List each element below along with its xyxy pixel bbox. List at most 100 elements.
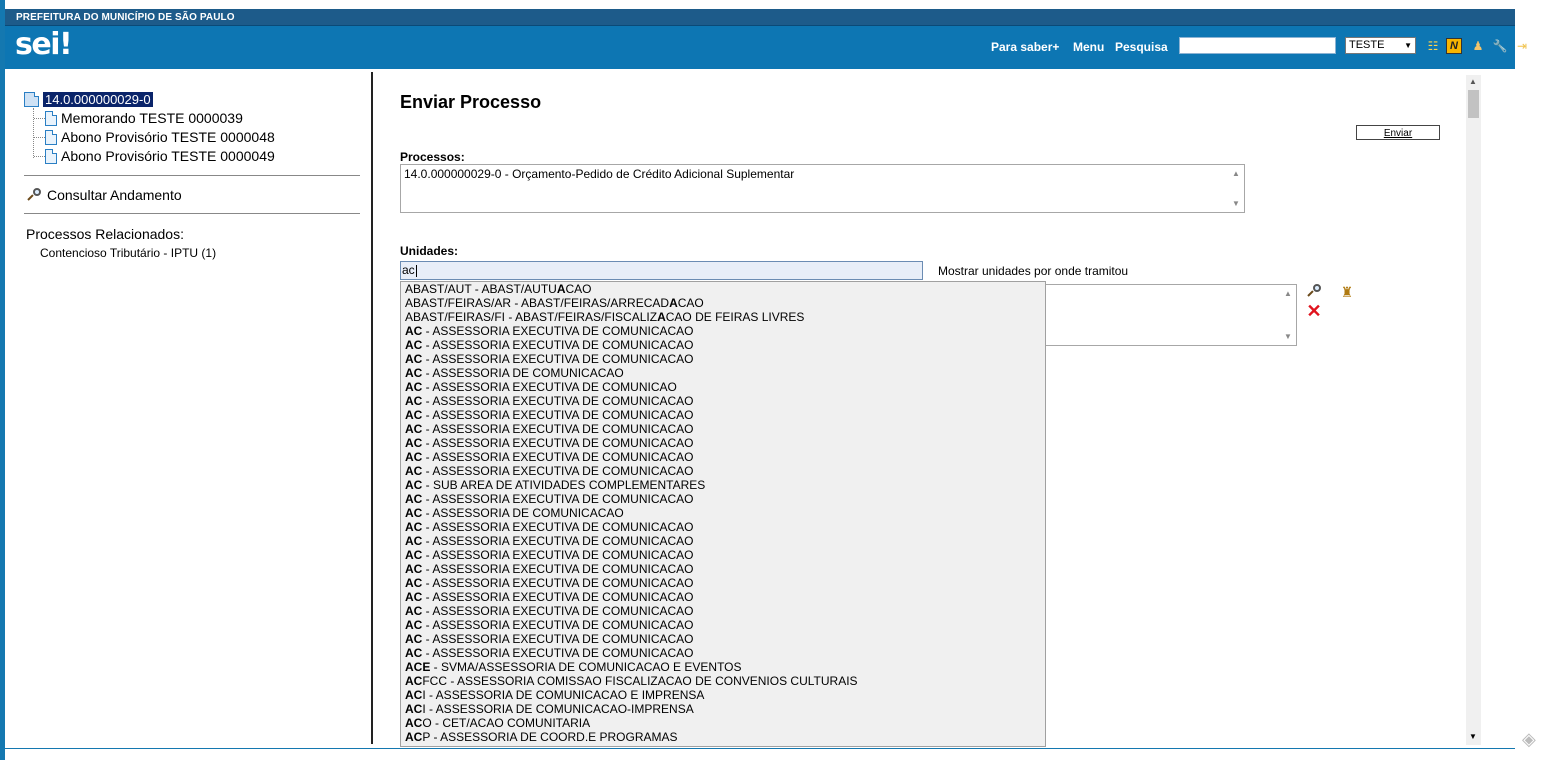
document-icon — [45, 110, 57, 126]
autocomplete-option-text: - ASSESSORIA EXECUTIVA DE COMUNICACAO — [422, 324, 694, 338]
autocomplete-option[interactable]: AC - ASSESSORIA EXECUTIVA DE COMUNICACAO — [401, 548, 1045, 562]
autocomplete-option-text: - ASSESSORIA EXECUTIVA DE COMUNICACAO — [422, 408, 694, 422]
autocomplete-option-text: AC — [405, 604, 423, 618]
pesquisa-link[interactable]: Pesquisa — [1115, 40, 1168, 54]
search-unit-icon[interactable] — [1306, 284, 1322, 300]
autocomplete-option-text: P - ASSESSORIA DE COORD.E PROGRAMAS — [422, 730, 678, 744]
autocomplete-option-text: AC — [405, 548, 423, 562]
search-input[interactable] — [1179, 37, 1336, 54]
tree-root-label[interactable]: 14.0.000000029-0 — [43, 92, 153, 107]
autocomplete-option[interactable]: ACE - SVMA/ASSESSORIA DE COMUNICACAO E E… — [401, 660, 1045, 674]
autocomplete-option[interactable]: AC - ASSESSORIA EXECUTIVA DE COMUNICACAO — [401, 394, 1045, 408]
tree-node-label[interactable]: Memorando TESTE 0000039 — [61, 110, 243, 126]
autocomplete-option[interactable]: ABAST/AUT - ABAST/AUTUACAO — [401, 282, 1045, 296]
autocomplete-option[interactable]: ACO - CET/ACAO COMUNITARIA — [401, 716, 1045, 730]
autocomplete-option[interactable]: AC - ASSESSORIA EXECUTIVA DE COMUNICACAO — [401, 632, 1045, 646]
tree-node-label[interactable]: Abono Provisório TESTE 0000048 — [61, 129, 275, 145]
resize-grip-icon[interactable]: ◈ — [1522, 729, 1536, 750]
para-saber-link[interactable]: Para saber+ — [991, 40, 1059, 54]
enviar-button[interactable]: Enviar — [1356, 125, 1440, 140]
autocomplete-option[interactable]: AC - SUB AREA DE ATIVIDADES COMPLEMENTAR… — [401, 478, 1045, 492]
autocomplete-dropdown[interactable]: ABAST/AUT - ABAST/AUTUACAO ABAST/FEIRAS/A… — [400, 281, 1046, 747]
autocomplete-option[interactable]: ACP - ASSESSORIA DE COORD.E PROGRAMAS — [401, 730, 1045, 744]
autocomplete-option-text: AC — [405, 590, 423, 604]
autocomplete-option-text: - ASSESSORIA EXECUTIVA DE COMUNICACAO — [422, 352, 694, 366]
scroll-up-icon[interactable]: ▲ — [1469, 77, 1477, 86]
autocomplete-option[interactable]: AC - ASSESSORIA EXECUTIVA DE COMUNICACAO — [401, 422, 1045, 436]
tree-root[interactable]: 14.0.000000029-0 — [24, 92, 153, 107]
remove-icon[interactable]: ✕ — [1306, 302, 1322, 320]
tree-node-label[interactable]: Abono Provisório TESTE 0000049 — [61, 148, 275, 164]
autocomplete-option[interactable]: AC - ASSESSORIA EXECUTIVA DE COMUNICACAO — [401, 562, 1045, 576]
scrollbar-thumb[interactable] — [1468, 90, 1479, 118]
autocomplete-option[interactable]: AC - ASSESSORIA EXECUTIVA DE COMUNICACAO — [401, 436, 1045, 450]
tree-node-document[interactable]: Memorando TESTE 0000039 — [45, 110, 243, 126]
autocomplete-option-text: ACE — [405, 660, 431, 674]
exit-icon[interactable]: ⇥ — [1514, 38, 1530, 54]
autocomplete-option[interactable]: ACI - ASSESSORIA DE COMUNICACAO-IMPRENSA — [401, 702, 1045, 716]
autocomplete-option[interactable]: AC - ASSESSORIA EXECUTIVA DE COMUNICAO — [401, 380, 1045, 394]
autocomplete-option[interactable]: ABAST/FEIRAS/AR - ABAST/FEIRAS/ARRECADAC… — [401, 296, 1045, 310]
autocomplete-option-text: - ASSESSORIA EXECUTIVA DE COMUNICACAO — [422, 548, 694, 562]
consultar-andamento-label[interactable]: Consultar Andamento — [47, 187, 182, 203]
scroll-up-icon[interactable]: ▲ — [1232, 169, 1240, 178]
autocomplete-option[interactable]: AC - ASSESSORIA EXECUTIVA DE COMUNICACAO — [401, 576, 1045, 590]
list-view-icon[interactable]: ☷ — [1425, 38, 1441, 54]
autocomplete-option[interactable]: AC - ASSESSORIA EXECUTIVA DE COMUNICACAO — [401, 492, 1045, 506]
organization-icon[interactable]: ♜ — [1339, 284, 1355, 300]
autocomplete-option-text: - ASSESSORIA EXECUTIVA DE COMUNICACAO — [422, 464, 694, 478]
notes-icon[interactable]: N — [1446, 38, 1462, 54]
processos-listbox[interactable]: 14.0.000000029-0 - Orçamento-Pedido de C… — [400, 164, 1245, 213]
unit-select[interactable]: TESTE ▼ — [1345, 37, 1416, 54]
page-scrollbar[interactable]: ▲ ▼ — [1466, 75, 1481, 745]
autocomplete-option[interactable]: AC - ASSESSORIA EXECUTIVA DE COMUNICACAO — [401, 408, 1045, 422]
bottom-border — [5, 748, 1515, 749]
menu-link[interactable]: Menu — [1073, 40, 1104, 54]
autocomplete-option[interactable]: AC - ASSESSORIA EXECUTIVA DE COMUNICACAO — [401, 464, 1045, 478]
scroll-down-icon[interactable]: ▼ — [1469, 732, 1477, 741]
autocomplete-option[interactable]: AC - ASSESSORIA EXECUTIVA DE COMUNICACAO — [401, 604, 1045, 618]
sei-logo[interactable]: sei! — [15, 27, 73, 62]
autocomplete-option[interactable]: ACI - ASSESSORIA DE COMUNICACAO E IMPREN… — [401, 688, 1045, 702]
scroll-down-icon[interactable]: ▼ — [1284, 332, 1292, 341]
autocomplete-option[interactable]: AC - ASSESSORIA DE COMUNICACAO — [401, 506, 1045, 520]
autocomplete-option[interactable]: AC - ASSESSORIA EXECUTIVA DE COMUNICACAO — [401, 352, 1045, 366]
list-item[interactable]: 14.0.000000029-0 - Orçamento-Pedido de C… — [404, 167, 794, 181]
tree-node-document[interactable]: Abono Provisório TESTE 0000048 — [45, 129, 275, 145]
tree-connector — [34, 118, 45, 119]
listbox-scrollbar[interactable]: ▲ ▼ — [1280, 285, 1296, 345]
autocomplete-option-text: AC — [405, 450, 423, 464]
autocomplete-option-text: - ASSESSORIA EXECUTIVA DE COMUNICACAO — [422, 450, 694, 464]
autocomplete-option[interactable]: AC - ASSESSORIA EXECUTIVA DE COMUNICACAO — [401, 324, 1045, 338]
user-icon[interactable]: ♟ — [1470, 38, 1486, 54]
autocomplete-option[interactable]: AC - ASSESSORIA EXECUTIVA DE COMUNICACAO — [401, 618, 1045, 632]
tools-icon[interactable]: 🔧 — [1492, 38, 1508, 54]
autocomplete-option[interactable]: ACFCC - ASSESSORIA COMISSAO FISCALIZACAO… — [401, 674, 1045, 688]
autocomplete-option-text: AC — [405, 646, 423, 660]
scroll-up-icon[interactable]: ▲ — [1284, 289, 1292, 298]
autocomplete-option-text: AC — [405, 506, 423, 520]
autocomplete-option[interactable]: AC - ASSESSORIA EXECUTIVA DE COMUNICACAO — [401, 338, 1045, 352]
autocomplete-option[interactable]: AC - ASSESSORIA EXECUTIVA DE COMUNICACAO — [401, 520, 1045, 534]
autocomplete-option[interactable]: AC - ASSESSORIA EXECUTIVA DE COMUNICACAO — [401, 646, 1045, 660]
autocomplete-option-text: AC — [405, 674, 423, 688]
mostrar-unidades-link[interactable]: Mostrar unidades por onde tramitou — [938, 264, 1128, 278]
autocomplete-option[interactable]: AC - ASSESSORIA EXECUTIVA DE COMUNICACAO — [401, 534, 1045, 548]
autocomplete-option[interactable]: AC - ASSESSORIA EXECUTIVA DE COMUNICACAO — [401, 450, 1045, 464]
panel-splitter[interactable] — [371, 72, 373, 744]
autocomplete-option-text: AC — [405, 422, 423, 436]
autocomplete-option[interactable]: AC - ASSESSORIA DE COMUNICACAO — [401, 366, 1045, 380]
autocomplete-option[interactable]: ABAST/FEIRAS/FI - ABAST/FEIRAS/FISCALIZA… — [401, 310, 1045, 324]
autocomplete-option-text: AC — [405, 478, 423, 492]
autocomplete-option-text: AC — [405, 576, 423, 590]
related-process-link[interactable]: Contencioso Tributário - IPTU (1) — [40, 246, 216, 260]
tree-node-document[interactable]: Abono Provisório TESTE 0000049 — [45, 148, 275, 164]
autocomplete-option[interactable]: AC - ASSESSORIA EXECUTIVA DE COMUNICACAO — [401, 590, 1045, 604]
unidades-listbox[interactable]: ▲ ▼ — [1040, 284, 1297, 346]
unidades-input[interactable]: ac — [400, 261, 923, 280]
scroll-down-icon[interactable]: ▼ — [1232, 199, 1240, 208]
listbox-scrollbar[interactable]: ▲ ▼ — [1228, 165, 1244, 212]
document-icon — [45, 148, 57, 164]
consultar-andamento-link[interactable]: Consultar Andamento — [27, 187, 182, 203]
autocomplete-option-text: - ASSESSORIA EXECUTIVA DE COMUNICACAO — [422, 394, 694, 408]
